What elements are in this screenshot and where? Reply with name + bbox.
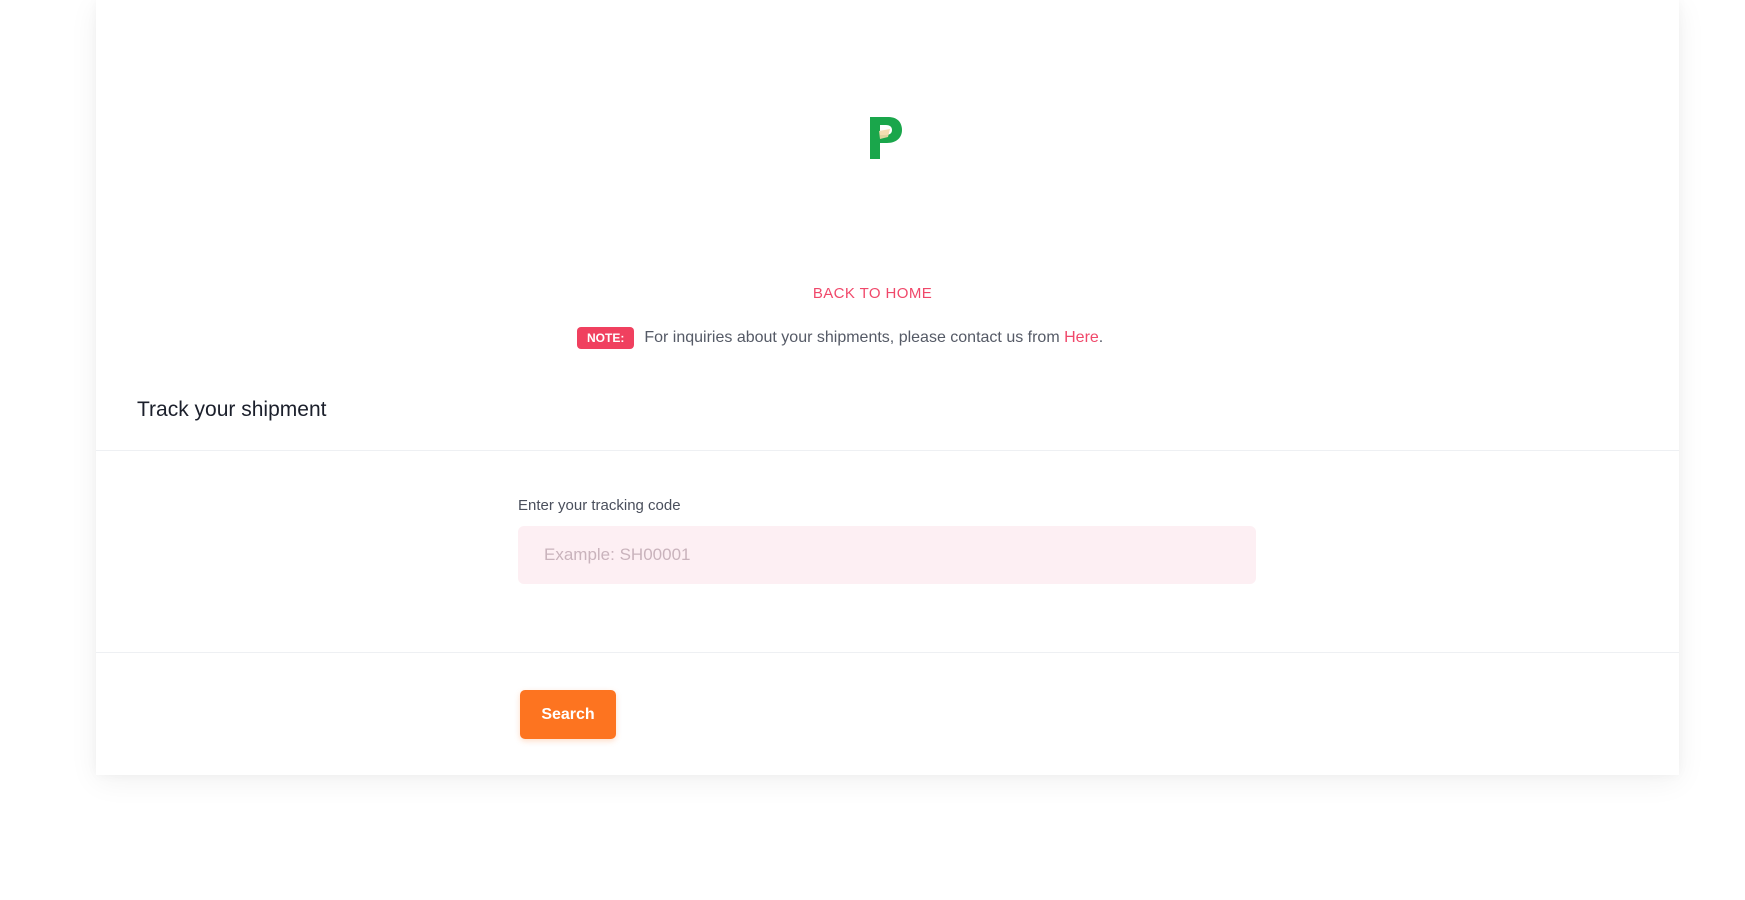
footer-divider <box>96 652 1679 653</box>
note-row: NOTE: For inquiries about your shipments… <box>577 325 1103 351</box>
section-title: Track your shipment <box>137 398 327 421</box>
tracking-code-input[interactable] <box>518 526 1256 584</box>
contact-here-link[interactable]: Here <box>1064 329 1099 346</box>
header-divider <box>96 450 1679 451</box>
tracking-code-label: Enter your tracking code <box>518 497 681 514</box>
p-logo-icon <box>870 117 902 159</box>
note-text: For inquiries about your shipments, plea… <box>644 329 1060 346</box>
search-button[interactable]: Search <box>520 690 616 739</box>
note-suffix: . <box>1098 329 1104 346</box>
back-to-home-link[interactable]: BACK TO HOME <box>0 285 1745 302</box>
note-text-group: For inquiries about your shipments, plea… <box>644 329 1103 347</box>
note-badge: NOTE: <box>577 327 635 349</box>
